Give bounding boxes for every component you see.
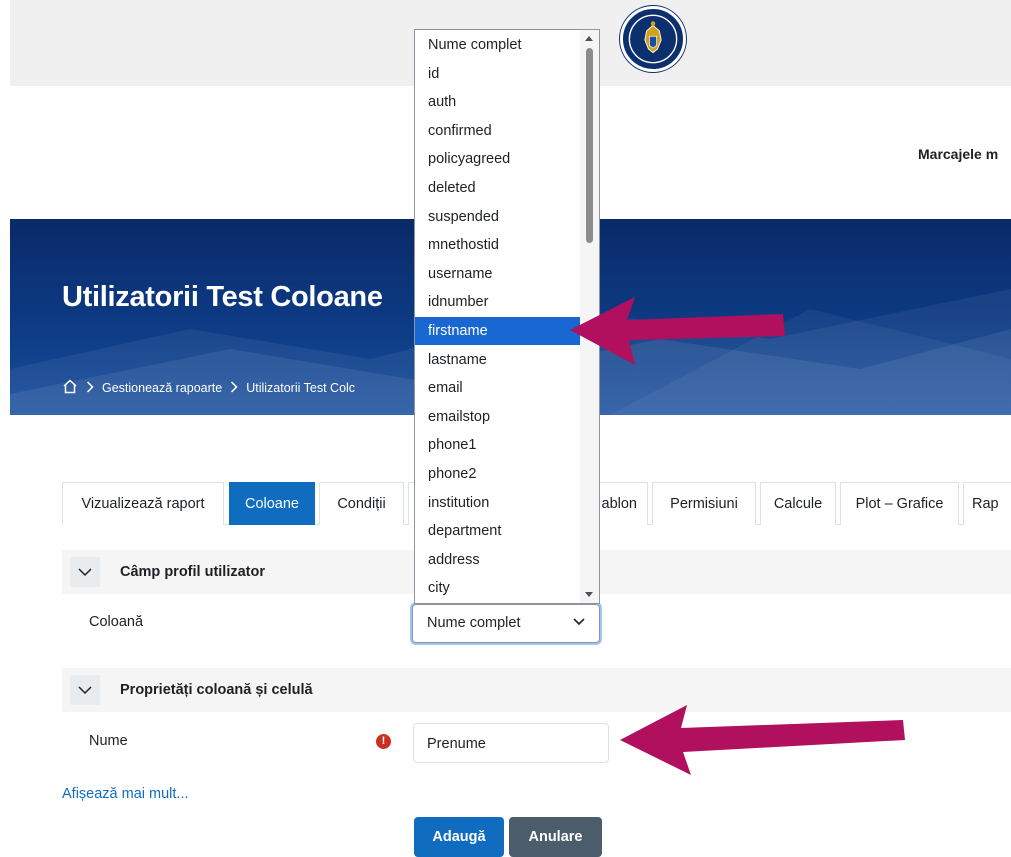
chevron-down-icon xyxy=(573,618,585,626)
tab-view-report[interactable]: Vizualizează raport xyxy=(62,482,224,525)
dropdown-option[interactable]: auth xyxy=(415,88,582,116)
dropdown-option[interactable]: city xyxy=(415,574,582,602)
name-input[interactable]: Prenume xyxy=(413,723,609,763)
column-label: Coloană xyxy=(89,614,144,630)
dropdown-option[interactable]: deleted xyxy=(415,174,582,202)
tab-more[interactable]: Rap xyxy=(963,482,1011,525)
dropdown-option[interactable]: mnethostid xyxy=(415,231,582,259)
scrollbar-thumb[interactable] xyxy=(586,48,593,243)
dropdown-option[interactable]: suspended xyxy=(415,203,582,231)
required-icon: ! xyxy=(376,734,391,749)
column-select[interactable]: Nume complet xyxy=(412,604,600,643)
tab-columns[interactable]: Coloane xyxy=(229,482,315,525)
collapse-toggle[interactable] xyxy=(70,675,100,705)
dropdown-option[interactable]: institution xyxy=(415,489,582,517)
tab-permissions[interactable]: Permisiuni xyxy=(652,482,756,525)
dropdown-option[interactable]: address xyxy=(415,546,582,574)
dropdown-option[interactable]: phone1 xyxy=(415,431,582,459)
government-seal-icon[interactable] xyxy=(620,6,686,72)
cancel-button[interactable]: Anulare xyxy=(509,817,602,857)
annotation-arrow-icon xyxy=(620,705,905,775)
page-title: Utilizatorii Test Coloane xyxy=(62,281,383,313)
scroll-up-icon[interactable] xyxy=(585,36,593,41)
dropdown-option[interactable]: idnumber xyxy=(415,288,582,316)
annotation-arrow-icon xyxy=(570,297,785,365)
show-more-link[interactable]: Afișează mai mult... xyxy=(62,786,189,802)
breadcrumb-item-report[interactable]: Utilizatorii Test Colc xyxy=(246,381,355,395)
dropdown-option[interactable]: firstname xyxy=(415,317,582,345)
dropdown-option[interactable]: username xyxy=(415,260,582,288)
tab-calculations[interactable]: Calcule xyxy=(760,482,836,525)
scroll-down-icon[interactable] xyxy=(585,592,593,597)
column-select-value: Nume complet xyxy=(427,615,521,631)
dropdown-option[interactable]: confirmed xyxy=(415,117,582,145)
section-title: Câmp profil utilizator xyxy=(120,564,265,580)
chevron-down-icon xyxy=(78,685,92,694)
name-input-value: Prenume xyxy=(427,736,486,752)
dropdown-option[interactable]: emailstop xyxy=(415,403,582,431)
add-button[interactable]: Adaugă xyxy=(414,817,504,857)
section-title: Proprietăți coloană și celulă xyxy=(120,682,313,698)
chevron-right-icon xyxy=(86,380,94,396)
dropdown-option[interactable]: lastname xyxy=(415,346,582,374)
chevron-right-icon xyxy=(230,380,238,396)
collapse-toggle[interactable] xyxy=(70,557,100,587)
tab-conditions[interactable]: Condiții xyxy=(319,482,404,525)
chevron-down-icon xyxy=(78,567,92,576)
dropdown-option[interactable]: phone2 xyxy=(415,460,582,488)
bookmarks-label[interactable]: Marcajele m xyxy=(918,146,998,162)
dropdown-option[interactable]: policyagreed xyxy=(415,145,582,173)
breadcrumb-item-manage-reports[interactable]: Gestionează rapoarte xyxy=(102,381,222,395)
dropdown-option[interactable]: id xyxy=(415,60,582,88)
name-label: Nume xyxy=(89,733,128,749)
home-icon[interactable] xyxy=(62,379,78,397)
dropdown-option[interactable]: department xyxy=(415,517,582,545)
dropdown-option[interactable]: Nume complet xyxy=(415,31,582,59)
tab-plot-graphs[interactable]: Plot – Grafice xyxy=(840,482,959,525)
dropdown-option[interactable]: email xyxy=(415,374,582,402)
